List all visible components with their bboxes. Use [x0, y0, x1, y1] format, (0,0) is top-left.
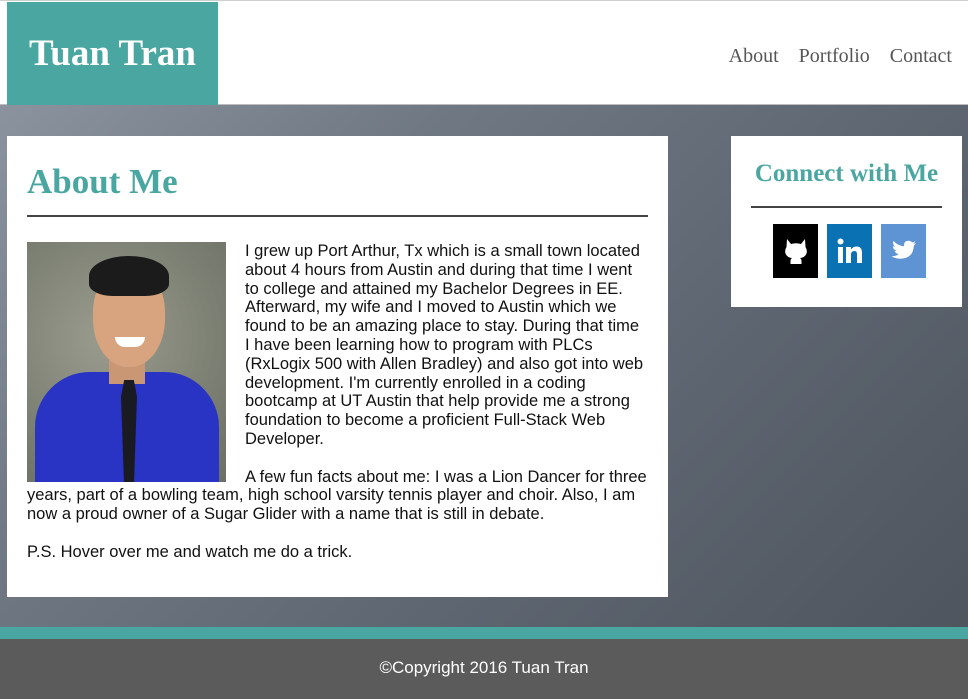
github-icon [784, 239, 807, 264]
copyright-text: ©Copyright 2016 Tuan Tran [379, 658, 589, 677]
about-card: About Me I grew up Port Arthur, Tx which… [7, 136, 668, 597]
about-divider [27, 215, 648, 217]
twitter-icon [890, 240, 916, 259]
twitter-link[interactable] [881, 224, 926, 278]
profile-photo[interactable] [27, 242, 226, 482]
site-footer: ©Copyright 2016 Tuan Tran [0, 639, 968, 699]
nav-link-contact[interactable]: Contact [890, 45, 952, 68]
linkedin-link[interactable] [827, 224, 872, 278]
photo-hair [89, 256, 169, 296]
footer-accent-bar [0, 627, 968, 639]
about-title: About Me [27, 162, 178, 201]
about-body: I grew up Port Arthur, Tx which is a sma… [27, 242, 648, 580]
connect-card: Connect with Me [731, 136, 962, 307]
about-paragraph-ps: P.S. Hover over me and watch me do a tri… [27, 542, 353, 561]
nav-link-portfolio[interactable]: Portfolio [799, 45, 870, 68]
nav-link-about[interactable]: About [729, 45, 779, 68]
github-link[interactable] [773, 224, 818, 278]
main-nav: About Portfolio Contact [729, 45, 952, 68]
connect-divider [751, 206, 942, 208]
connect-title: Connect with Me [754, 160, 939, 187]
site-header: Tuan Tran About Portfolio Contact [0, 0, 968, 106]
site-brand[interactable]: Tuan Tran [7, 2, 218, 106]
linkedin-icon [837, 238, 862, 263]
